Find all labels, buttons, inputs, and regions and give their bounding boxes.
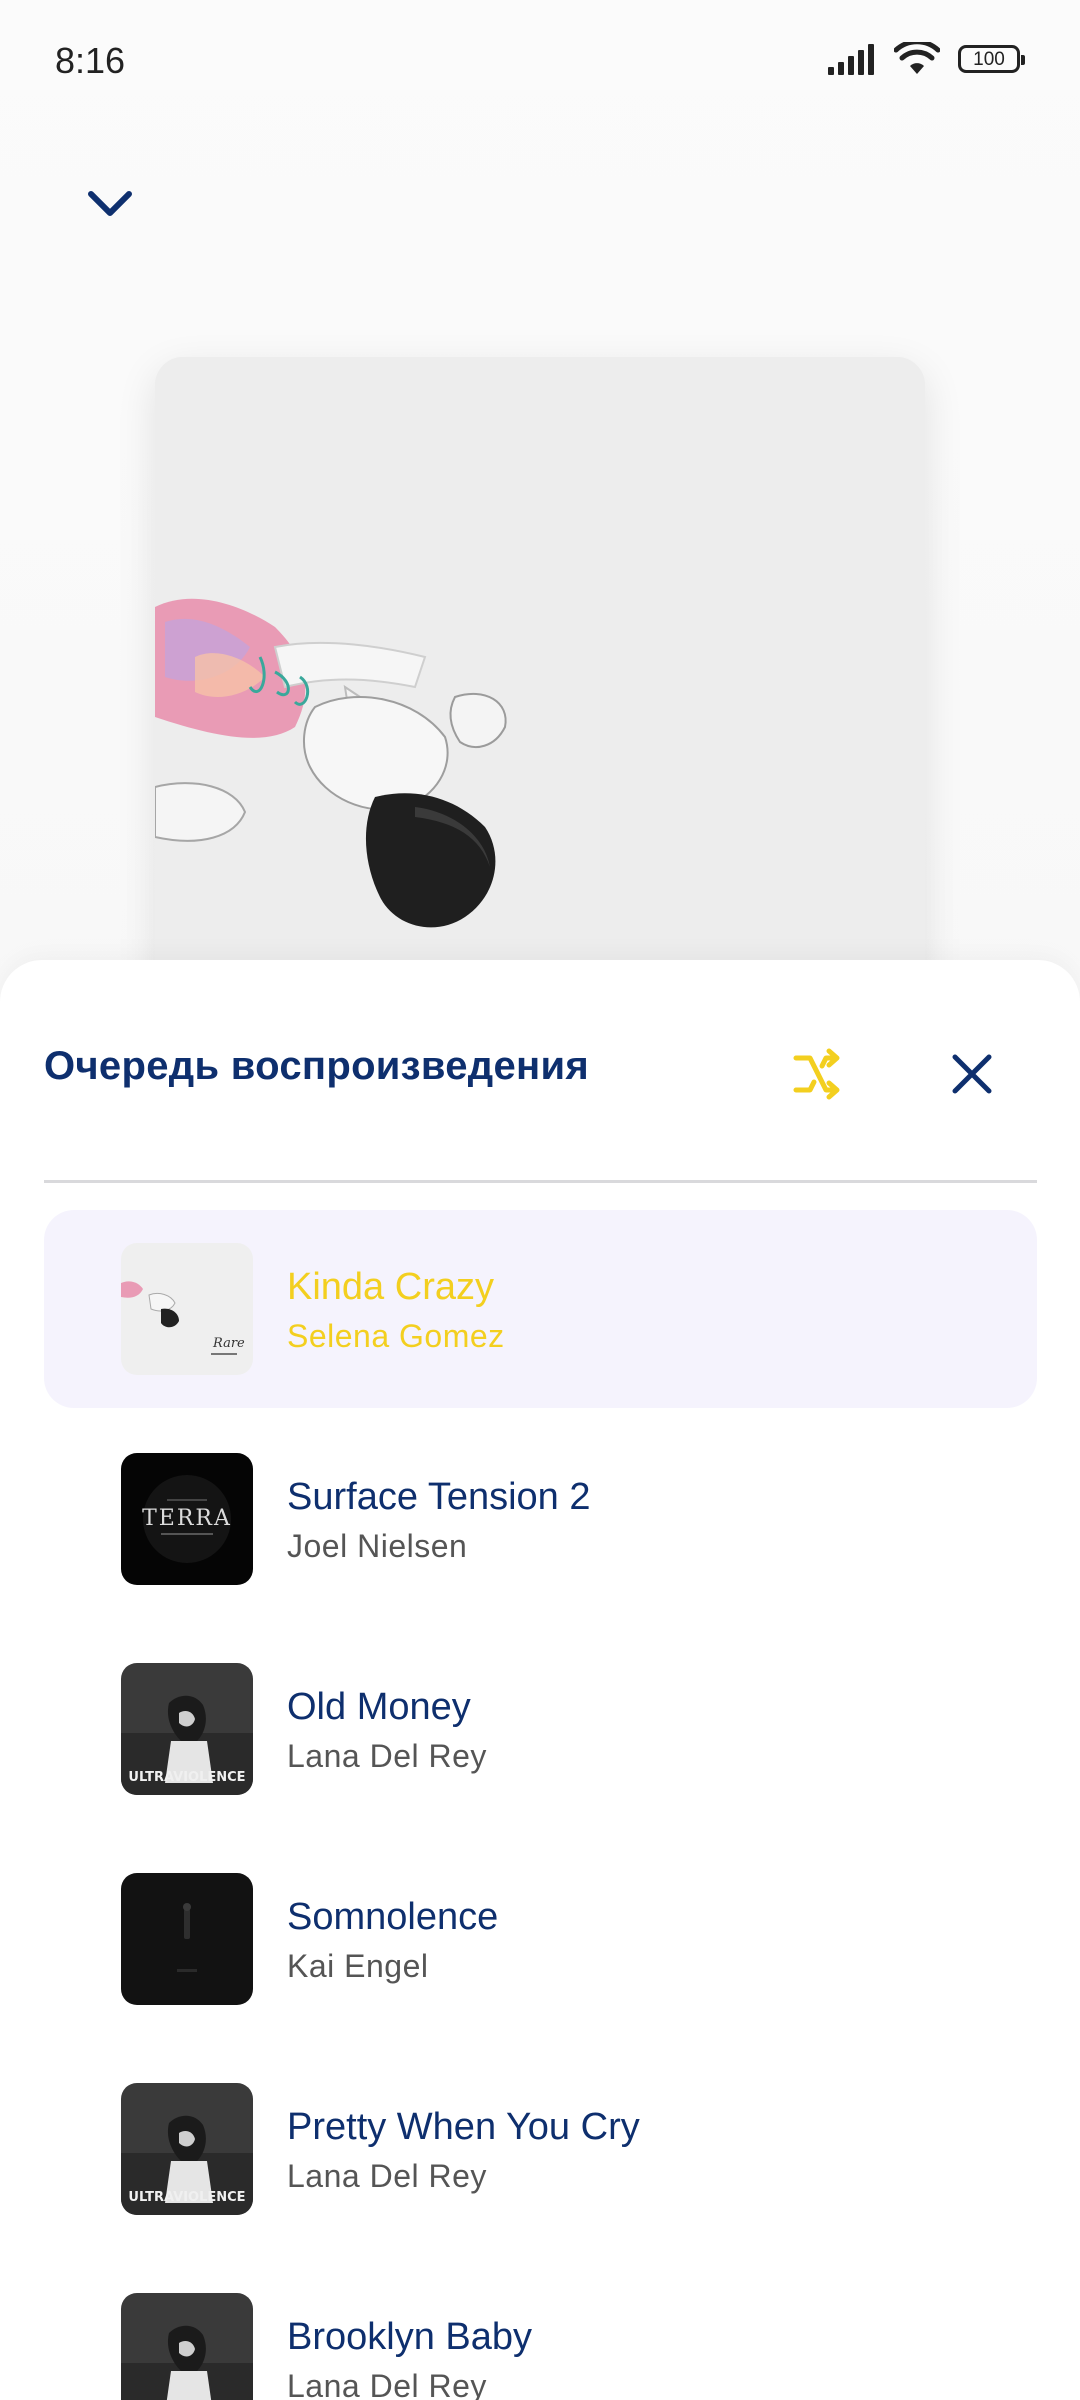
close-icon xyxy=(952,1054,992,1094)
track-artist: Kai Engel xyxy=(287,1948,429,1984)
track-artist: Lana Del Rey xyxy=(287,2158,487,2194)
queue-divider xyxy=(44,1180,1037,1183)
track-title: Somnolence xyxy=(287,1896,499,1938)
queue-title: Очередь воспроизведения xyxy=(44,1044,590,1088)
track-thumbnail: ULTRAVIOLENCE xyxy=(121,2083,253,2215)
now-playing-screen: 8:16 100 Очередь воспроизведения Rare Ki… xyxy=(0,0,1080,2400)
track-thumbnail xyxy=(121,1873,253,2005)
status-time: 8:16 xyxy=(55,40,126,81)
track-thumbnail: ULTRAVIOLENCE xyxy=(121,2293,253,2400)
track-artist: Joel Nielsen xyxy=(287,1528,468,1564)
queue-item[interactable]: ULTRAVIOLENCE Pretty When You Cry Lana D… xyxy=(44,2050,1037,2248)
chevron-down-icon xyxy=(88,191,132,216)
track-thumbnail: ULTRAVIOLENCE xyxy=(121,1663,253,1795)
svg-text:ULTRAVIOLENCE: ULTRAVIOLENCE xyxy=(128,1770,245,1785)
rare-cover-thumbnail: Rare xyxy=(121,1243,253,1375)
ultraviolence-cover-thumbnail: ULTRAVIOLENCE xyxy=(121,2293,253,2400)
svg-text:Rare: Rare xyxy=(212,1336,245,1351)
queue-item[interactable]: ULTRAVIOLENCE Old Money Lana Del Rey xyxy=(44,1630,1037,1828)
queue-item-active[interactable]: Rare Kinda Crazy Selena Gomez xyxy=(44,1210,1037,1408)
battery-icon: 100 xyxy=(958,45,1025,73)
track-title: Old Money xyxy=(287,1686,471,1728)
signal-icon xyxy=(828,44,874,75)
queue-item[interactable]: ULTRAVIOLENCE Brooklyn Baby Lana Del Rey xyxy=(44,2260,1037,2400)
track-artist: Selena Gomez xyxy=(287,1318,505,1354)
shuffle-button[interactable] xyxy=(786,1042,850,1106)
track-title: Brooklyn Baby xyxy=(287,2316,533,2358)
shuffle-icon xyxy=(793,1048,840,1100)
collapse-button[interactable] xyxy=(78,178,142,230)
ultraviolence-cover-thumbnail: ULTRAVIOLENCE xyxy=(121,1663,253,1795)
track-thumbnail: Rare xyxy=(121,1243,253,1375)
queue-item[interactable]: Somnolence Kai Engel xyxy=(44,1840,1037,2038)
svg-text:TERRA: TERRA xyxy=(142,1506,232,1531)
queue-item[interactable]: TERRA Surface Tension 2 Joel Nielsen xyxy=(44,1420,1037,1618)
status-icons: 100 xyxy=(826,42,1025,76)
track-title: Pretty When You Cry xyxy=(287,2106,640,2148)
track-thumbnail: TERRA xyxy=(121,1453,253,1585)
track-title: Surface Tension 2 xyxy=(287,1476,591,1518)
wifi-icon xyxy=(894,42,940,74)
close-queue-button[interactable] xyxy=(940,1042,1004,1106)
track-title: Kinda Crazy xyxy=(287,1266,494,1308)
terra-cover-thumbnail: TERRA xyxy=(121,1453,253,1585)
status-bar: 8:16 100 xyxy=(0,0,1080,120)
somnolence-cover-thumbnail xyxy=(121,1873,253,2005)
track-artist: Lana Del Rey xyxy=(287,2368,487,2400)
track-artist: Lana Del Rey xyxy=(287,1738,487,1774)
ultraviolence-cover-thumbnail: ULTRAVIOLENCE xyxy=(121,2083,253,2215)
svg-text:ULTRAVIOLENCE: ULTRAVIOLENCE xyxy=(128,2190,245,2205)
battery-level: 100 xyxy=(973,48,1005,70)
queue-header: Очередь воспроизведения xyxy=(0,960,1080,1140)
queue-sheet: Очередь воспроизведения Rare Kinda Crazy… xyxy=(0,960,1080,2400)
